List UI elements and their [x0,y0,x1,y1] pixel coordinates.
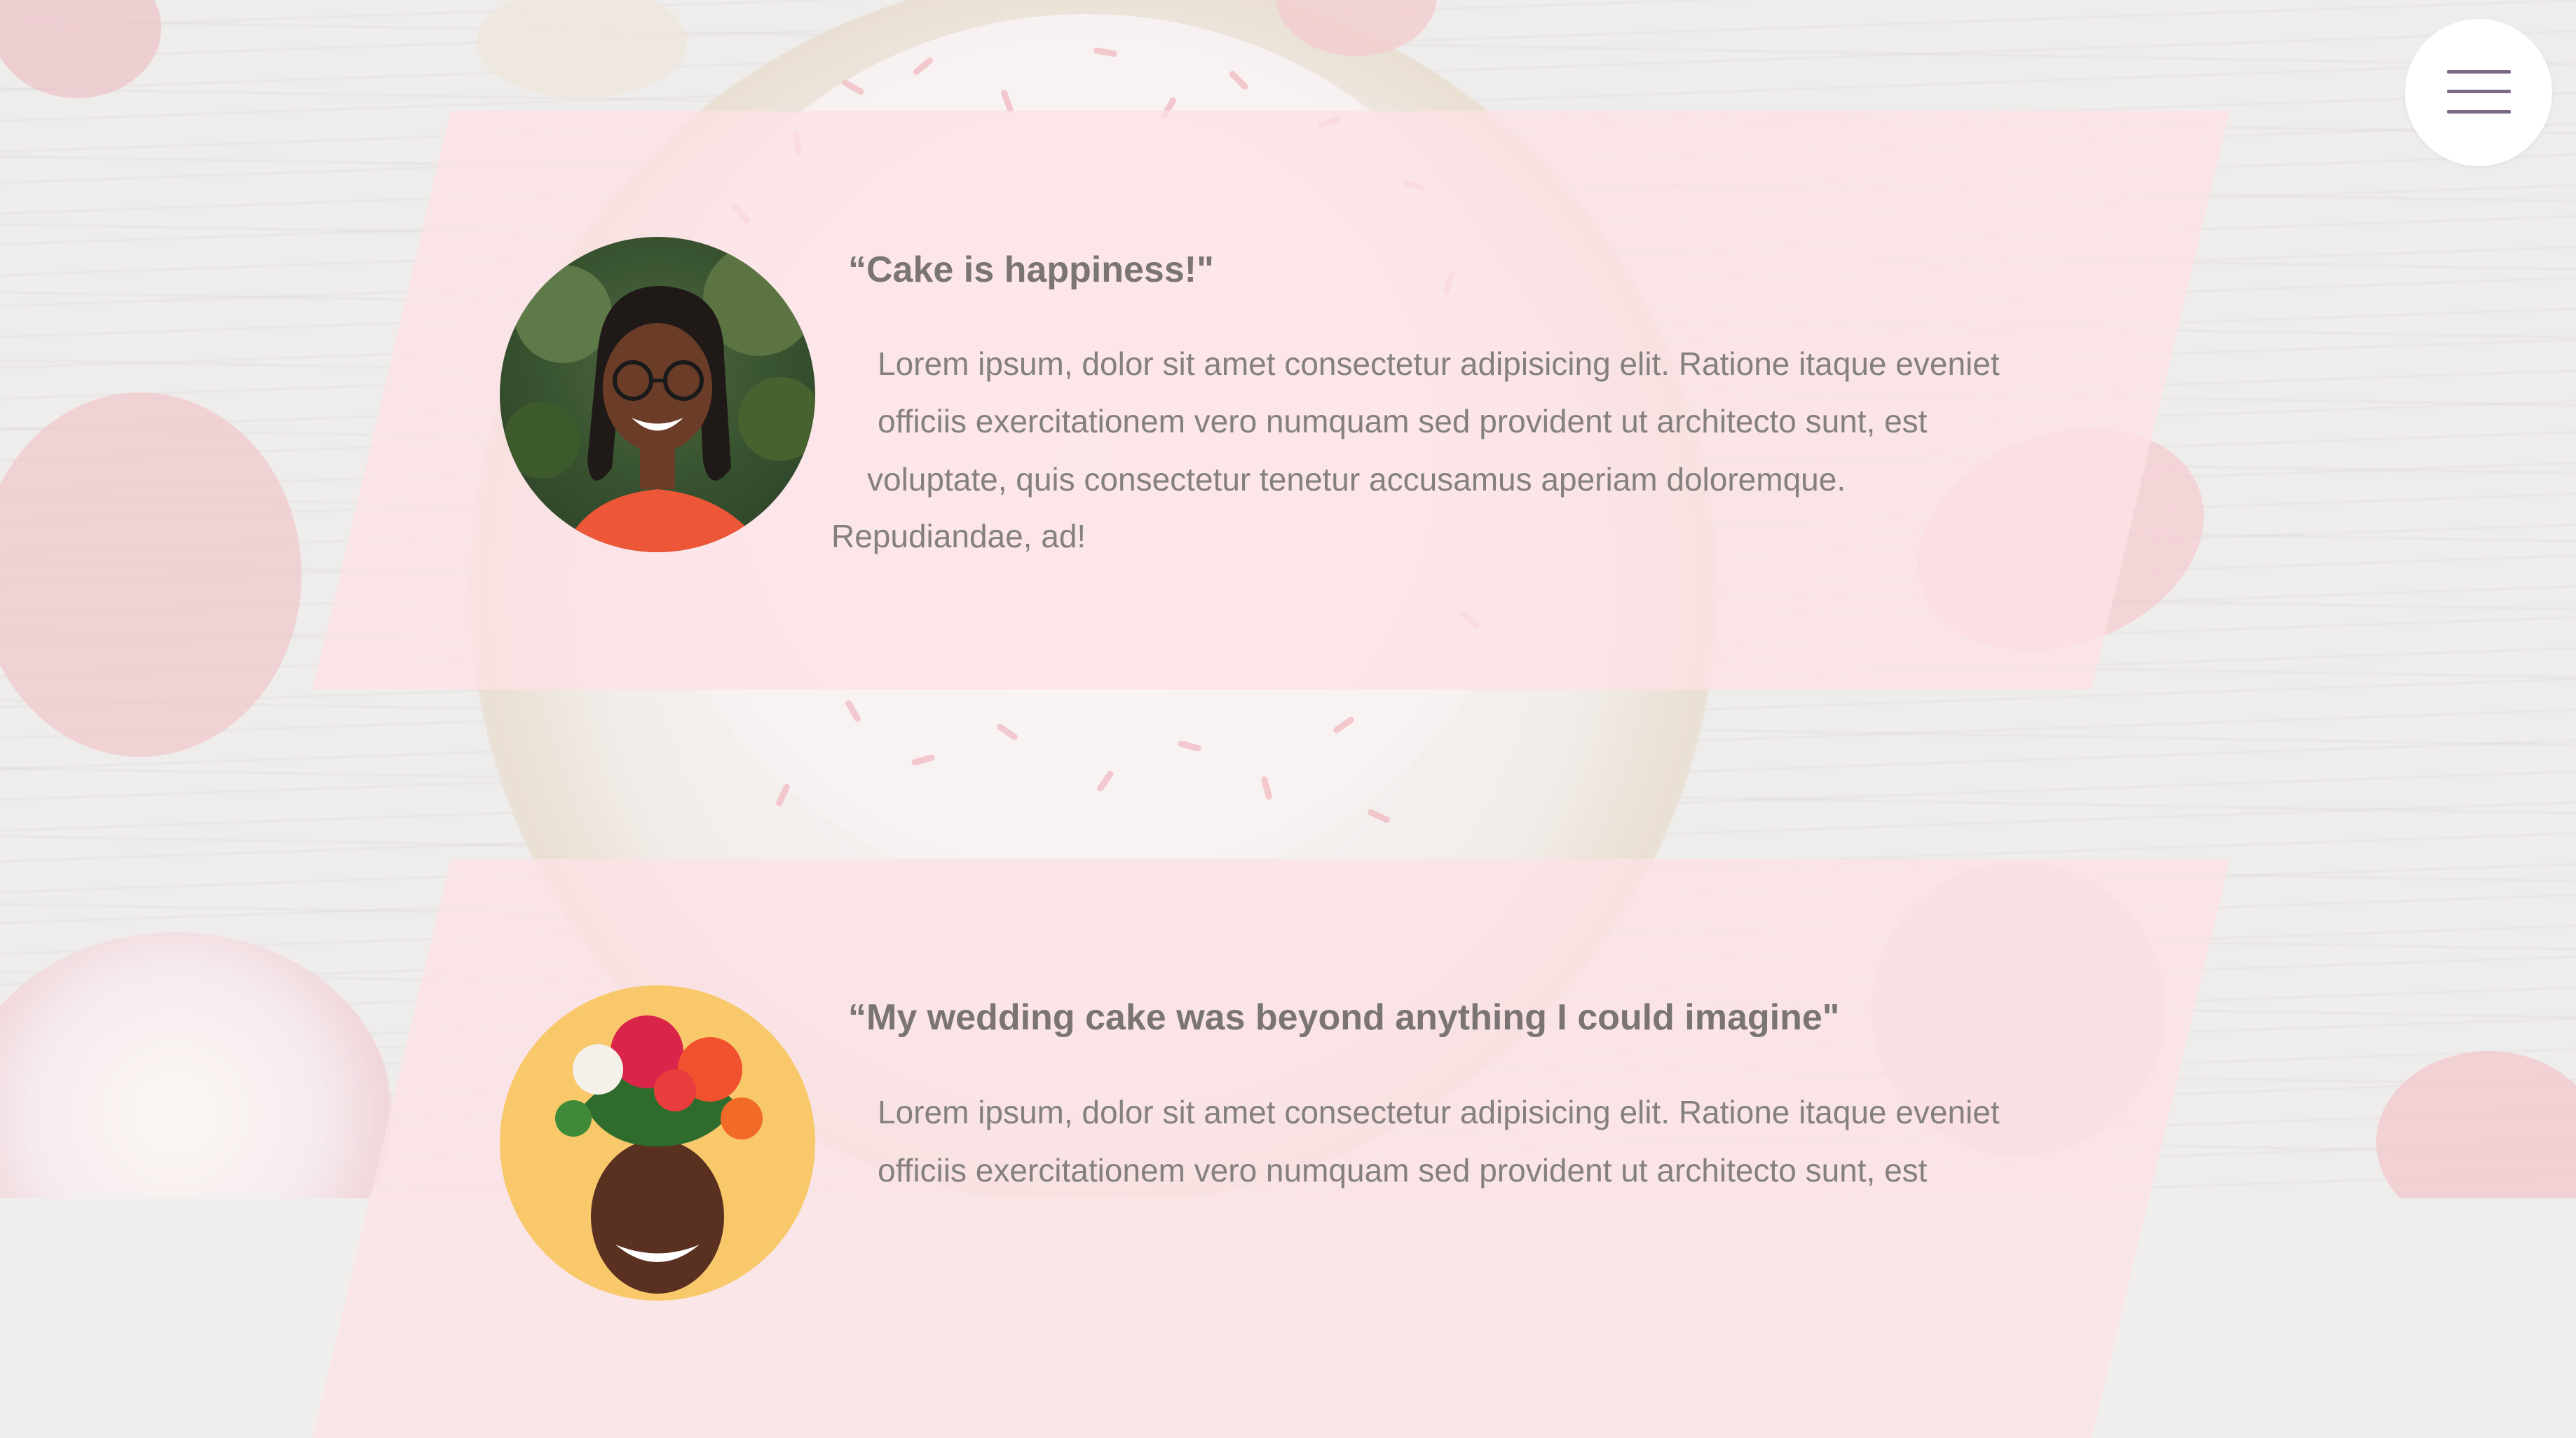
testimonial-title: “Cake is happiness!" [848,249,1214,290]
menu-button[interactable] [2405,19,2552,166]
testimonial-avatar [500,237,815,552]
hamburger-menu-icon [2447,110,2511,114]
testimonial-body-line: Repudiandae, ad! [831,518,1086,554]
testimonial-body-line: voluptate, quis consectetur tenetur accu… [867,461,1846,498]
testimonial-body-line: officiis exercitationem vero numquam sed… [878,403,1928,439]
testimonial-body-line: Lorem ipsum, dolor sit amet consectetur … [878,1094,2000,1130]
woman-with-flower-crown-photo [555,1015,763,1294]
testimonial-avatar [500,985,815,1301]
testimonial-body-line: officiis exercitationem vero numquam sed… [878,1152,1928,1189]
woman-with-glasses-photo [503,244,815,552]
testimonial-body-line: Lorem ipsum, dolor sit amet consectetur … [878,345,2000,382]
hamburger-menu-icon [2447,90,2511,93]
hamburger-menu-icon [2447,70,2511,74]
testimonial-title: “My wedding cake was beyond anything I c… [848,997,1840,1038]
